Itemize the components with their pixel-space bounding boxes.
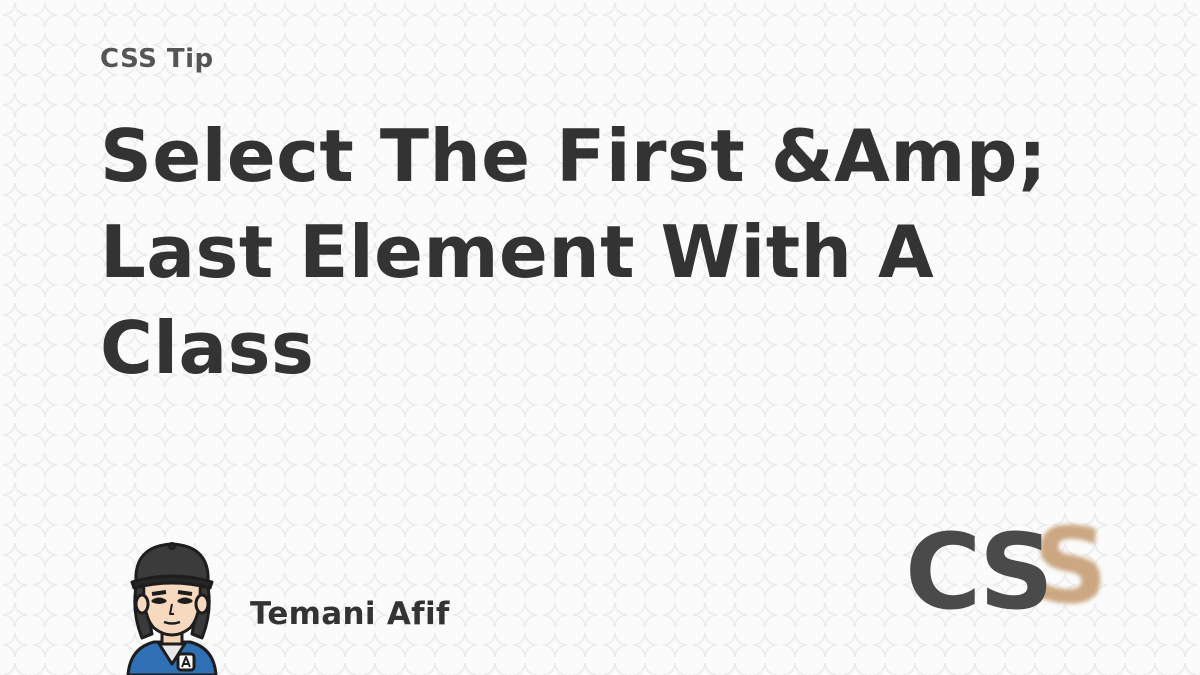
logo-letter-c: C — [905, 511, 981, 628]
cartoon-avatar-icon — [126, 542, 218, 675]
category-label: CSS Tip — [100, 44, 214, 74]
logo-letter-s: S — [979, 511, 1054, 628]
page-title: Select The First &Amp; Last Element With… — [100, 114, 1048, 390]
avatar — [126, 542, 218, 675]
css-logo-icon: C S S — [905, 508, 1108, 628]
author-name: Temani Afif — [250, 596, 450, 632]
